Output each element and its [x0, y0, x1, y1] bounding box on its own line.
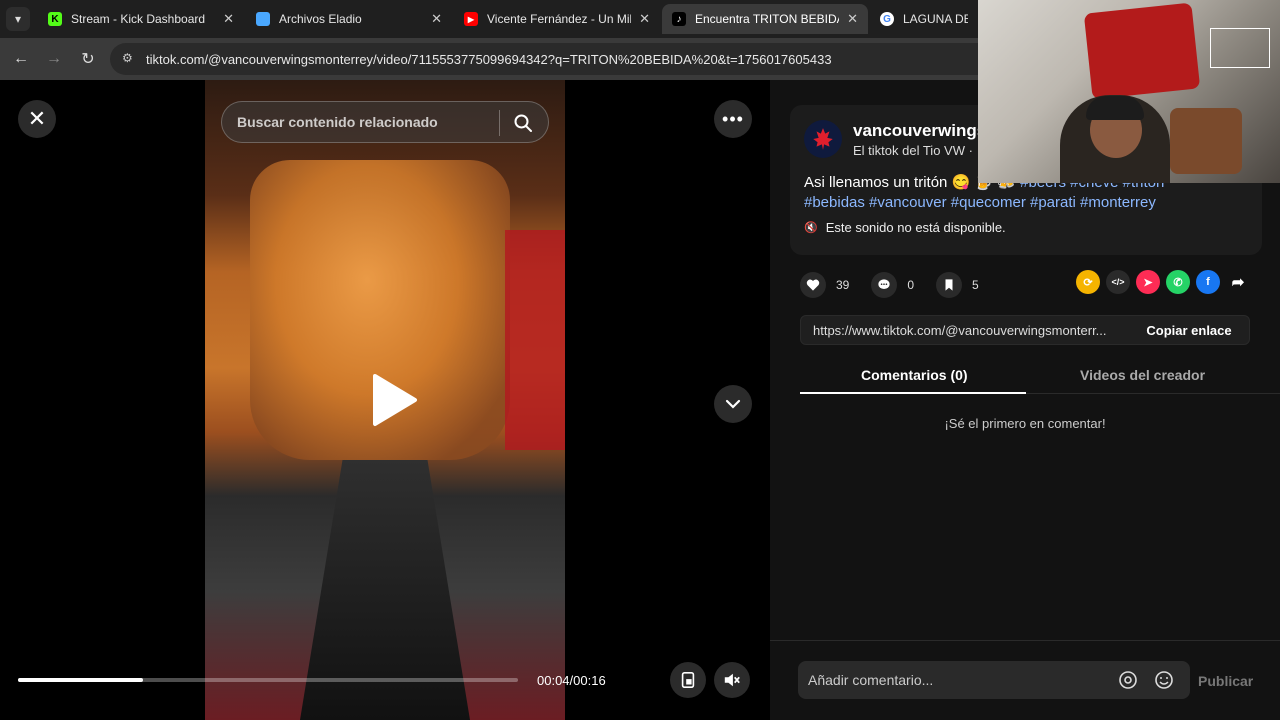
- tab-creator-videos[interactable]: Videos del creador: [1080, 367, 1205, 383]
- youtube-icon: ▶: [464, 12, 478, 26]
- tiktok-icon: ♪: [672, 12, 686, 26]
- site-settings-icon[interactable]: ⚙: [122, 51, 138, 67]
- kick-icon: K: [48, 12, 62, 26]
- maple-leaf-icon: [813, 128, 833, 150]
- forward-icon[interactable]: →: [43, 48, 65, 70]
- webcam-overlay: [978, 0, 1280, 183]
- empty-comments-message: ¡Sé el primero en comentar!: [944, 416, 1106, 431]
- pip-icon: [681, 671, 695, 689]
- video-time: 00:04/00:16: [537, 673, 606, 688]
- close-tab-icon[interactable]: ✕: [223, 11, 234, 27]
- like-button[interactable]: 39: [800, 272, 849, 298]
- overlay-frame: [1210, 28, 1270, 68]
- heart-icon: [800, 272, 826, 298]
- post-username[interactable]: vancouverwings: [853, 121, 986, 141]
- related-search-input[interactable]: Buscar contenido relacionado: [221, 101, 549, 143]
- publish-button[interactable]: Publicar: [1198, 673, 1253, 689]
- wall-art: [1083, 2, 1201, 100]
- comment-icon: [871, 272, 898, 298]
- file-icon: [256, 12, 270, 26]
- play-button[interactable]: [363, 370, 423, 430]
- url-field[interactable]: ⚙ tiktok.com/@vancouverwingsmonterrey/vi…: [110, 43, 1110, 75]
- post-nickname: El tiktok del Tio VW ·: [853, 143, 973, 158]
- video-progress-bar[interactable]: [18, 678, 518, 682]
- copy-link-row: https://www.tiktok.com/@vancouverwingsmo…: [800, 315, 1250, 345]
- tab-google[interactable]: G LAGUNA DEL PI: [870, 4, 978, 34]
- copy-link-button[interactable]: Copiar enlace: [1129, 323, 1249, 338]
- active-tab-indicator: [800, 392, 1026, 394]
- video-pane: ✕ Buscar contenido relacionado ••• 00:04…: [0, 80, 770, 720]
- emoji-icon[interactable]: [1154, 670, 1174, 690]
- couch: [1170, 108, 1242, 174]
- comment-button[interactable]: 0: [871, 272, 914, 298]
- share-arrow-icon[interactable]: ➦: [1226, 270, 1250, 294]
- tab-youtube[interactable]: ▶ Vicente Fernández - Un Mill ✕: [454, 4, 660, 34]
- chevron-down-icon: [725, 399, 741, 409]
- back-icon[interactable]: ←: [10, 48, 32, 70]
- speaker-muted-icon: [724, 673, 740, 687]
- tab-archivos[interactable]: Archivos Eladio ✕: [246, 4, 452, 34]
- share-url-field[interactable]: https://www.tiktok.com/@vancouverwingsmo…: [801, 323, 1129, 338]
- google-icon: G: [880, 12, 894, 26]
- close-tab-icon[interactable]: ✕: [639, 11, 650, 27]
- close-tab-icon[interactable]: ✕: [847, 11, 858, 27]
- reload-icon[interactable]: ↻: [77, 48, 99, 70]
- close-icon: ✕: [27, 106, 47, 131]
- bookmark-icon: [936, 272, 963, 298]
- mute-button[interactable]: [714, 662, 750, 698]
- hashtag-links[interactable]: #bebidas #vancouver #quecomer #parati #m…: [804, 194, 1156, 211]
- save-count: 5: [972, 278, 979, 292]
- picture-in-picture-button[interactable]: [670, 662, 706, 698]
- next-video-button[interactable]: [714, 385, 752, 423]
- tab-comments[interactable]: Comentarios (0): [861, 367, 968, 383]
- close-button[interactable]: ✕: [18, 100, 56, 138]
- comment-input[interactable]: Añadir comentario...: [798, 661, 1190, 699]
- comment-count: 0: [907, 278, 915, 292]
- send-icon[interactable]: ➤: [1136, 270, 1160, 294]
- tab-kick[interactable]: K Stream - Kick Dashboard ✕: [38, 4, 244, 34]
- speaker-muted-icon: 🔇: [804, 222, 818, 234]
- whatsapp-icon[interactable]: ✆: [1166, 270, 1190, 294]
- mention-icon[interactable]: [1118, 670, 1138, 690]
- more-icon: •••: [722, 108, 744, 129]
- like-count: 39: [836, 278, 850, 292]
- video-progress-fill: [18, 678, 143, 682]
- save-button[interactable]: 5: [936, 272, 979, 298]
- share-buttons: ⟳ </> ➤ ✆ f ➦: [1076, 270, 1250, 294]
- play-icon: [373, 374, 417, 426]
- more-options-button[interactable]: •••: [714, 100, 752, 138]
- close-tab-icon[interactable]: ✕: [431, 11, 442, 27]
- sound-info: 🔇 Este sonido no está disponible.: [804, 220, 1006, 235]
- facebook-icon[interactable]: f: [1196, 270, 1220, 294]
- comment-composer: Añadir comentario... Publicar: [770, 640, 1280, 720]
- comment-tabs: Comentarios (0) Videos del creador: [800, 360, 1280, 394]
- post-actions: 39 0 5: [800, 270, 1001, 300]
- tab-tiktok[interactable]: ♪ Encuentra TRITON BEBIDA ✕: [662, 4, 868, 34]
- avatar[interactable]: [804, 120, 842, 158]
- tab-search-menu[interactable]: ▾: [6, 7, 30, 31]
- repost-icon[interactable]: ⟳: [1076, 270, 1100, 294]
- search-icon[interactable]: [513, 113, 533, 133]
- embed-icon[interactable]: </>: [1106, 270, 1130, 294]
